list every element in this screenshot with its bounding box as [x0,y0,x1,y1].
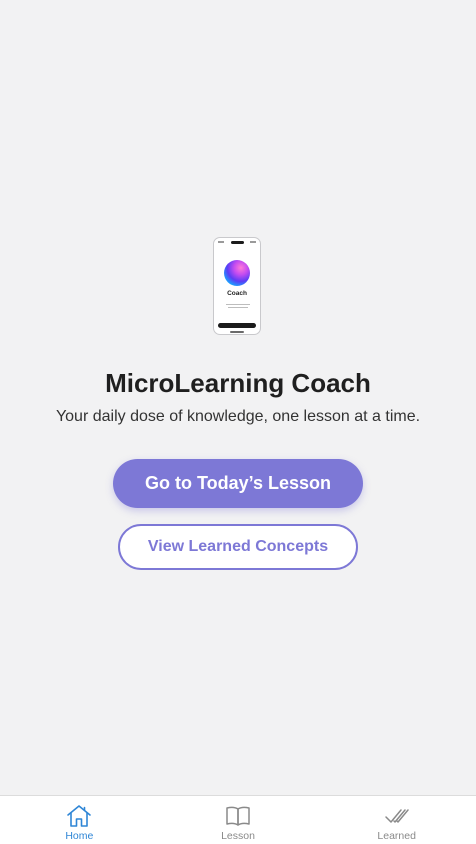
tab-lesson[interactable]: Lesson [159,796,318,844]
home-icon [67,805,92,827]
todays-lesson-button[interactable]: Go to Today’s Lesson [113,459,363,508]
phone-notch [231,240,244,244]
learned-concepts-button[interactable]: View Learned Concepts [118,524,358,570]
tab-lesson-label: Lesson [221,830,255,842]
illustration-app-name: Coach [227,290,247,297]
double-check-icon [384,809,409,823]
app-title: MicroLearning Coach [105,368,371,398]
coach-orb-icon [224,260,250,286]
tab-home-label: Home [65,830,94,842]
illustration-home-indicator [230,331,244,333]
phone-illustration: Coach [213,237,261,335]
phone-status-right [250,241,256,243]
app-tagline: Your daily dose of knowledge, one lesson… [55,408,421,425]
illustration-cta-bar [218,323,256,328]
illustration-text-line [228,307,248,308]
phone-status-left [218,241,224,243]
tab-learned[interactable]: Learned [317,796,476,844]
illustration-text-line [226,304,250,305]
home-screen: Coach MicroLearning Coach Your daily dos… [0,0,476,844]
bottom-tab-bar: Home Lesson Learned [0,795,476,844]
tab-home[interactable]: Home [0,796,159,844]
book-icon [226,806,250,826]
tab-learned-label: Learned [377,830,416,842]
